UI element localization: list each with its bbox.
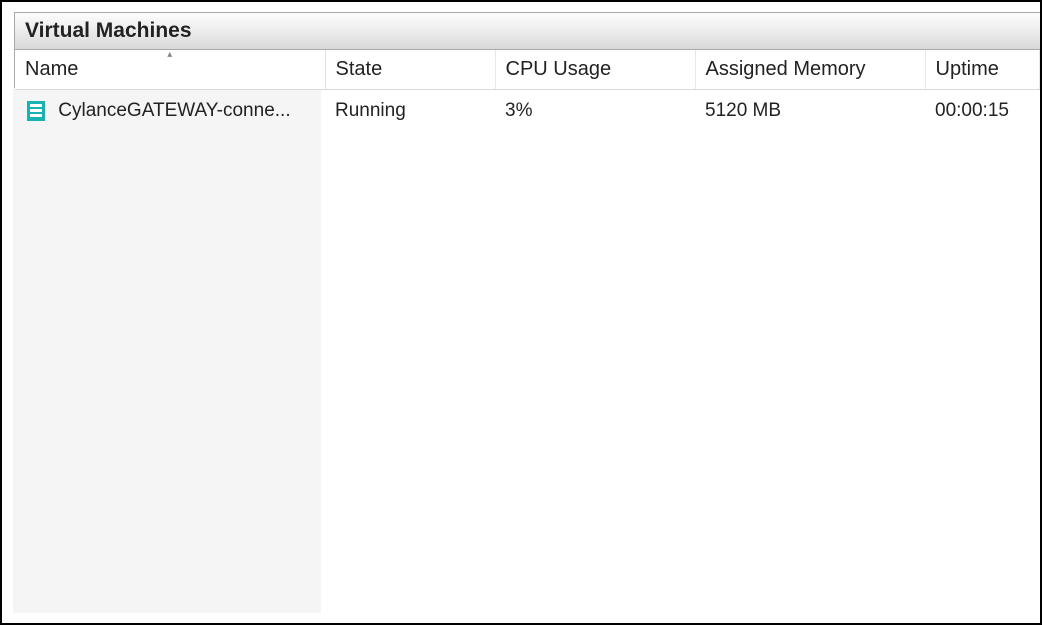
column-header-name[interactable]: ▴ Name <box>15 50 325 90</box>
panel-title: Virtual Machines <box>14 12 1040 50</box>
column-header-memory-label: Assigned Memory <box>706 58 866 80</box>
column-header-state[interactable]: State <box>325 50 495 90</box>
window-frame: Virtual Machines ▴ Name State <box>0 0 1042 625</box>
column-header-cpu-label: CPU Usage <box>506 58 612 80</box>
vm-name: CylanceGATEWAY-conne... <box>58 100 290 121</box>
vm-icon <box>27 101 45 121</box>
column-header-cpu[interactable]: CPU Usage <box>495 50 695 90</box>
vm-table: ▴ Name State CPU Usage Assigned Memory <box>15 50 1040 613</box>
virtual-machines-panel: Virtual Machines ▴ Name State <box>14 12 1040 613</box>
table-row[interactable]: CylanceGATEWAY-conne... Running 3% 5120 … <box>15 90 1040 614</box>
column-header-state-label: State <box>336 58 383 80</box>
column-header-memory[interactable]: Assigned Memory <box>695 50 925 90</box>
column-header-uptime-label: Uptime <box>936 58 999 80</box>
cell-cpu: 3% <box>495 90 695 614</box>
cell-name: CylanceGATEWAY-conne... <box>15 90 325 614</box>
cell-memory: 5120 MB <box>695 90 925 614</box>
table-container: ▴ Name State CPU Usage Assigned Memory <box>14 50 1040 613</box>
cell-uptime: 00:00:15 <box>925 90 1040 614</box>
table-header-row: ▴ Name State CPU Usage Assigned Memory <box>15 50 1040 90</box>
sort-ascending-icon: ▴ <box>167 49 172 60</box>
cell-state: Running <box>325 90 495 614</box>
column-header-name-label: Name <box>25 58 78 80</box>
column-header-uptime[interactable]: Uptime <box>925 50 1040 90</box>
